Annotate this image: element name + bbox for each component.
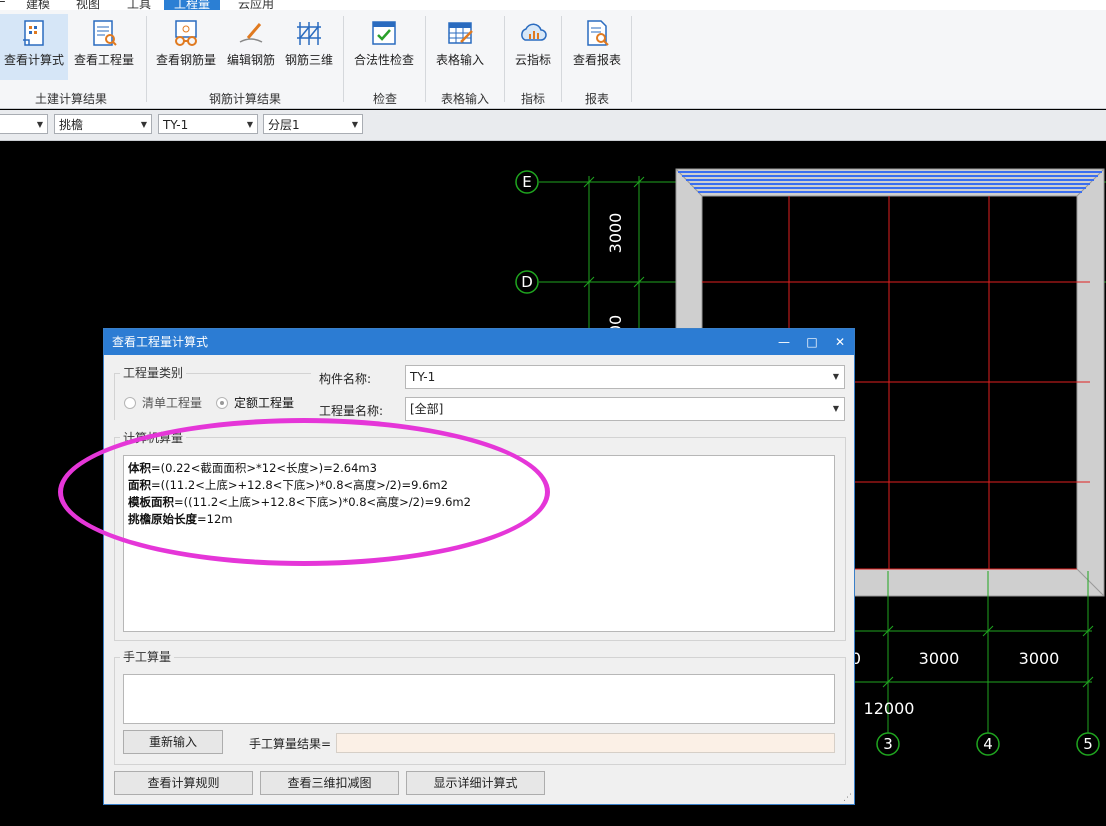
resize-grip-icon[interactable]: ⋰ <box>843 793 852 803</box>
menu-item-tools[interactable]: 工具 <box>127 0 151 10</box>
chevron-down-icon: ▼ <box>351 120 358 129</box>
formula-line: 面积=((11.2<上底>+12.8<下底>)*0.8<高度>/2)=9.6m2 <box>128 478 448 492</box>
view-3d-deduction-button[interactable]: 查看三维扣减图 <box>260 771 399 795</box>
table-input-icon <box>445 18 475 48</box>
view-report-icon <box>582 18 612 48</box>
quantity-name-field[interactable]: [全部] ▼ <box>405 397 845 421</box>
rebar-3d-button[interactable]: 钢筋三维 <box>282 14 336 80</box>
menu-item-quantity[interactable]: 工程量 <box>164 0 221 10</box>
radio-quota-quantity[interactable]: 定额工程量 <box>216 394 294 411</box>
close-icon[interactable]: ✕ <box>828 329 852 355</box>
chevron-down-icon: ▼ <box>246 120 253 129</box>
menu-item-view[interactable]: 视图 <box>76 0 100 10</box>
group-check: 检查 <box>372 92 397 106</box>
dim-vertical-1: 3000 <box>606 213 625 254</box>
validity-check-icon <box>369 18 399 48</box>
component-type-select[interactable]: 挑檐 ▼ <box>54 114 152 134</box>
rebar-3d-icon <box>294 18 324 48</box>
cloud-index-button[interactable]: 云指标 <box>510 14 556 80</box>
dialog-title-bar[interactable]: 查看工程量计算式 — □ ✕ <box>104 329 854 355</box>
edit-rebar-button[interactable]: 编辑钢筋 <box>224 14 278 80</box>
view-rebar-icon <box>171 18 201 48</box>
radio-list-quantity[interactable]: 清单工程量 <box>124 394 202 411</box>
radio-icon <box>124 397 136 409</box>
category-label: 工程量类别 <box>120 364 187 381</box>
view-report-button[interactable]: 查看报表 <box>568 14 626 80</box>
maximize-icon[interactable]: □ <box>800 329 824 355</box>
component-selector-bar: ▼ 挑檐 ▼ TY-1 ▼ 分层1 ▼ <box>0 110 1106 141</box>
chevron-down-icon: ▼ <box>36 120 43 129</box>
show-detailed-formula-button[interactable]: 显示详细计算式 <box>406 771 545 795</box>
formula-line: 模板面积=((11.2<上底>+12.8<下底>)*0.8<高度>/2)=9.6… <box>128 495 471 509</box>
axis-label-5: 5 <box>1083 735 1093 753</box>
view-formula-icon <box>19 18 49 48</box>
formula-textarea[interactable]: 体积=(0.22<截面面积>*12<长度>)=2.64m3 面积=((11.2<… <box>123 455 835 632</box>
dim-horizontal-2: 3000 <box>919 649 960 668</box>
group-index: 指标 <box>520 92 545 106</box>
cloud-index-icon <box>518 18 548 48</box>
layer-select[interactable]: 分层1 ▼ <box>263 114 363 134</box>
formula-line: 挑檐原始长度=12m <box>128 512 233 526</box>
chevron-down-icon: ▼ <box>832 404 839 413</box>
dim-horizontal-3: 3000 <box>1019 649 1060 668</box>
group-report: 报表 <box>584 92 609 106</box>
manual-textarea[interactable] <box>123 674 835 724</box>
manual-result-label: 手工算量结果= <box>249 737 332 751</box>
formula-line: 体积=(0.22<截面面积>*12<长度>)=2.64m3 <box>128 461 377 475</box>
dialog-title: 查看工程量计算式 <box>112 335 209 349</box>
chevron-down-icon: ▼ <box>832 372 839 381</box>
group-table-input: 表格输入 <box>440 92 489 106</box>
axis-label-d: D <box>521 273 533 291</box>
axis-label-e: E <box>522 173 531 191</box>
menu-bar: ⌐ 建模 视图 工具 工程量 云应用 <box>0 0 1106 10</box>
axis-label-4: 4 <box>983 735 993 753</box>
calc-section-label: 计算机算量 <box>120 429 187 446</box>
view-formula-button[interactable]: 查看计算式 <box>0 14 68 80</box>
component-name-select[interactable]: TY-1 ▼ <box>158 114 258 134</box>
dim-total: 12000 <box>864 699 915 718</box>
quantity-name-label: 工程量名称: <box>319 404 384 418</box>
view-rules-button[interactable]: 查看计算规则 <box>114 771 253 795</box>
component-name-field[interactable]: TY-1 ▼ <box>405 365 845 389</box>
radio-selected-icon <box>216 397 228 409</box>
menu-item-modeling[interactable]: 建模 <box>26 0 50 10</box>
manual-result-field[interactable] <box>336 733 835 753</box>
menu-item-prev[interactable]: ⌐ <box>0 0 6 9</box>
ribbon-separator <box>146 16 147 102</box>
component-name-label: 构件名称: <box>319 372 372 386</box>
chevron-down-icon: ▼ <box>140 120 147 129</box>
group-rebar-results: 钢筋计算结果 <box>208 92 281 106</box>
edit-rebar-icon <box>236 18 266 48</box>
group-civil-results: 土建计算结果 <box>34 92 107 106</box>
quantity-formula-dialog: 查看工程量计算式 — □ ✕ 工程量类别 清单工程量 定额工程量 构件名称: T… <box>103 328 855 805</box>
menu-item-cloud[interactable]: 云应用 <box>238 0 274 10</box>
manual-section-label: 手工算量 <box>120 648 175 665</box>
reinput-button[interactable]: 重新输入 <box>123 730 223 754</box>
minimize-icon[interactable]: — <box>772 329 796 355</box>
axis-label-3: 3 <box>883 735 893 753</box>
floor-select[interactable]: ▼ <box>0 114 48 134</box>
ribbon: 查看计算式 查看工程量 查看钢筋量 编辑钢筋 钢筋三维 合法性检查 表格输入 云… <box>0 10 1106 109</box>
view-quantity-button[interactable]: 查看工程量 <box>70 14 138 80</box>
validity-check-button[interactable]: 合法性检查 <box>350 14 418 80</box>
view-rebar-button[interactable]: 查看钢筋量 <box>152 14 220 80</box>
view-quantity-icon <box>89 18 119 48</box>
table-input-button[interactable]: 表格输入 <box>432 14 488 80</box>
